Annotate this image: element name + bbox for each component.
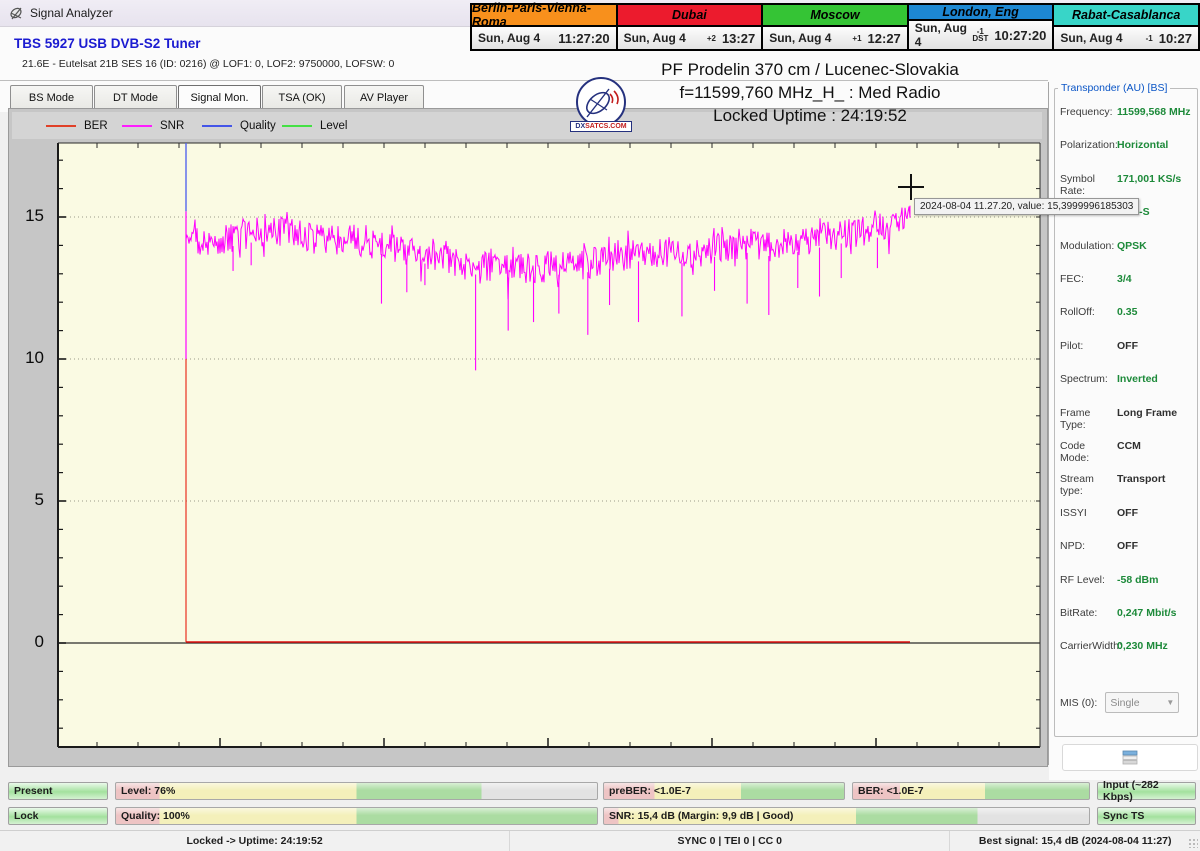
clock-date: Sun, Aug 4 (623, 31, 686, 45)
transponder-row-symbol-rate-: Symbol Rate: 171,001 KS/s (1060, 172, 1182, 197)
transponder-row-spectrum-: Spectrum: Inverted (1060, 373, 1158, 386)
chart-tooltip: 2024-08-04 11.27.20, value: 15,399999618… (914, 198, 1140, 215)
transponder-row-rolloff-: RollOff: 0.35 (1060, 306, 1138, 319)
meter-ber: BER: <1.0E-7 (852, 782, 1090, 800)
clock-utc-offset: -1 (1145, 33, 1153, 43)
clock-date: Sun, Aug 4 (1060, 31, 1123, 45)
clock-city: Dubai (617, 5, 762, 27)
mis-label: MIS (0): (1060, 696, 1098, 709)
transponder-row-modulation-: Modulation: QPSK (1060, 239, 1147, 252)
clock-time: 13:27 (721, 30, 756, 46)
legend-line-swatch (46, 124, 76, 127)
tab-tsa-ok-[interactable]: TSA (OK) (262, 85, 342, 110)
clock-utc-offset: +1 (852, 33, 862, 43)
clock-time: 12:27 (867, 30, 901, 46)
indicator-present: Present (8, 782, 108, 800)
transponder-row-rf-level-: RF Level: -58 dBm (1060, 573, 1159, 586)
clock-city: Berlin-Paris-Vienna-Roma (472, 1, 616, 29)
divider (0, 80, 1048, 81)
transponder-row-code-mode-: Code Mode: CCM (1060, 440, 1141, 464)
resize-grip[interactable] (1188, 838, 1198, 848)
app-icon (10, 7, 22, 20)
clock-berlin-paris-vienna-roma: Berlin-Paris-Vienna-Roma Sun, Aug 4 11:27:… (470, 1, 618, 51)
indicator-sync-ts: Sync TS (1097, 807, 1196, 825)
legend-line-swatch (122, 124, 152, 127)
clock-time: 11:27:20 (558, 30, 610, 46)
legend-line-swatch (282, 124, 312, 127)
window-title: Signal Analyzer (30, 6, 113, 20)
transponder-row-stream-type-: Stream type: Transport (1060, 473, 1166, 498)
clock-city: London, Eng (908, 5, 1053, 21)
indicator-input: Input (~282 Kbps) (1097, 779, 1196, 803)
status-sync: SYNC 0 | TEI 0 | CC 0 (510, 831, 951, 851)
transponder-row-issyi: ISSYI OFF (1060, 506, 1138, 519)
mis-dropdown[interactable]: Single ▼ (1105, 692, 1180, 713)
tab-bs-mode[interactable]: BS Mode (10, 85, 93, 110)
transponder-row-frame-type-: Frame Type: Long Frame (1060, 406, 1178, 431)
clock-utc-offset: +2 (706, 33, 716, 43)
transponder-row-polarization-: Polarization: Horizontal (1060, 139, 1169, 152)
legend-item-quality: Quality (202, 112, 276, 139)
tab-signal-mon-[interactable]: Signal Mon. (178, 85, 261, 110)
tab-dt-mode[interactable]: DT Mode (94, 85, 177, 110)
y-tick-label: 5 (34, 490, 44, 509)
tuner-details: 21.6E - Eutelsat 21B SES 16 (ID: 0216) @… (22, 58, 395, 70)
legend-line-swatch (202, 124, 232, 127)
clock-london-eng: London, Eng Sun, Aug 4 -1 DST 10:27:20 (906, 3, 1055, 51)
clock-moscow: Moscow Sun, Aug 4 +1 12:27 (761, 3, 909, 51)
clock-utc-offset: -1 DST (972, 27, 989, 43)
meter-preber: preBER: <1.0E-7 (603, 782, 845, 800)
status-best-signal: Best signal: 15,4 dB (2024-08-04 11:27) (978, 835, 1172, 847)
clock-time: 10:27:20 (994, 27, 1047, 43)
chevron-down-icon: ▼ (1166, 698, 1175, 707)
clock-date: Sun, Aug 4 (478, 31, 541, 45)
signal-chart[interactable] (8, 108, 1046, 765)
clock-date: Sun, Aug 4 (769, 31, 832, 45)
legend-item-snr: SNR (122, 112, 184, 139)
meter-level: Level: 76% (115, 782, 598, 800)
clock-date: Sun, Aug 4 (914, 21, 967, 49)
status-bar: Locked -> Uptime: 24:19:52 SYNC 0 | TEI … (0, 830, 1200, 851)
transponder-row-fec-: FEC: 3/4 (1060, 273, 1132, 285)
meter-snr: SNR: 15,4 dB (Margin: 9,9 dB | Good) (603, 807, 1090, 825)
transponder-row-pilot-: Pilot: OFF (1060, 339, 1138, 352)
transponder-row-carrierwidth-: CarrierWidth: 0,230 MHz (1060, 640, 1168, 653)
status-uptime: Locked -> Uptime: 24:19:52 (0, 831, 511, 851)
y-tick-label: 15 (25, 206, 44, 225)
list-icon (1122, 750, 1138, 765)
tuner-title: TBS 5927 USB DVB-S2 Tuner (14, 36, 201, 51)
transponder-row-npd-: NPD: OFF (1060, 540, 1138, 553)
stream-list-button[interactable] (1062, 744, 1198, 771)
indicator-lock: Lock (8, 807, 108, 825)
y-tick-label: 0 (34, 632, 44, 651)
clock-city: Rabat-Casablanca (1054, 5, 1198, 27)
clock-time: 10:27 (1158, 30, 1192, 46)
crosshair-cursor (910, 174, 912, 200)
tab-av-player[interactable]: AV Player (344, 85, 424, 110)
clock-rabat-casablanca: Rabat-Casablanca Sun, Aug 4 -1 10:27 (1052, 3, 1200, 51)
y-tick-label: 10 (25, 348, 44, 367)
clock-city: Moscow (763, 5, 907, 27)
satellite-dish-icon (585, 88, 619, 118)
dxsatcs-logo: DXSATCS.COM (570, 77, 632, 136)
legend-item-level: Level (282, 112, 348, 139)
transponder-row-bitrate-: BitRate: 0,247 Mbit/s (1060, 607, 1177, 619)
legend-item-ber: BER (46, 112, 108, 139)
world-clocks: Berlin-Paris-Vienna-Roma Sun, Aug 4 11:27:… (470, 1, 1200, 51)
meter-quality: Quality: 100% (115, 807, 598, 825)
clock-dubai: Dubai Sun, Aug 4 +2 13:27 (615, 3, 764, 51)
